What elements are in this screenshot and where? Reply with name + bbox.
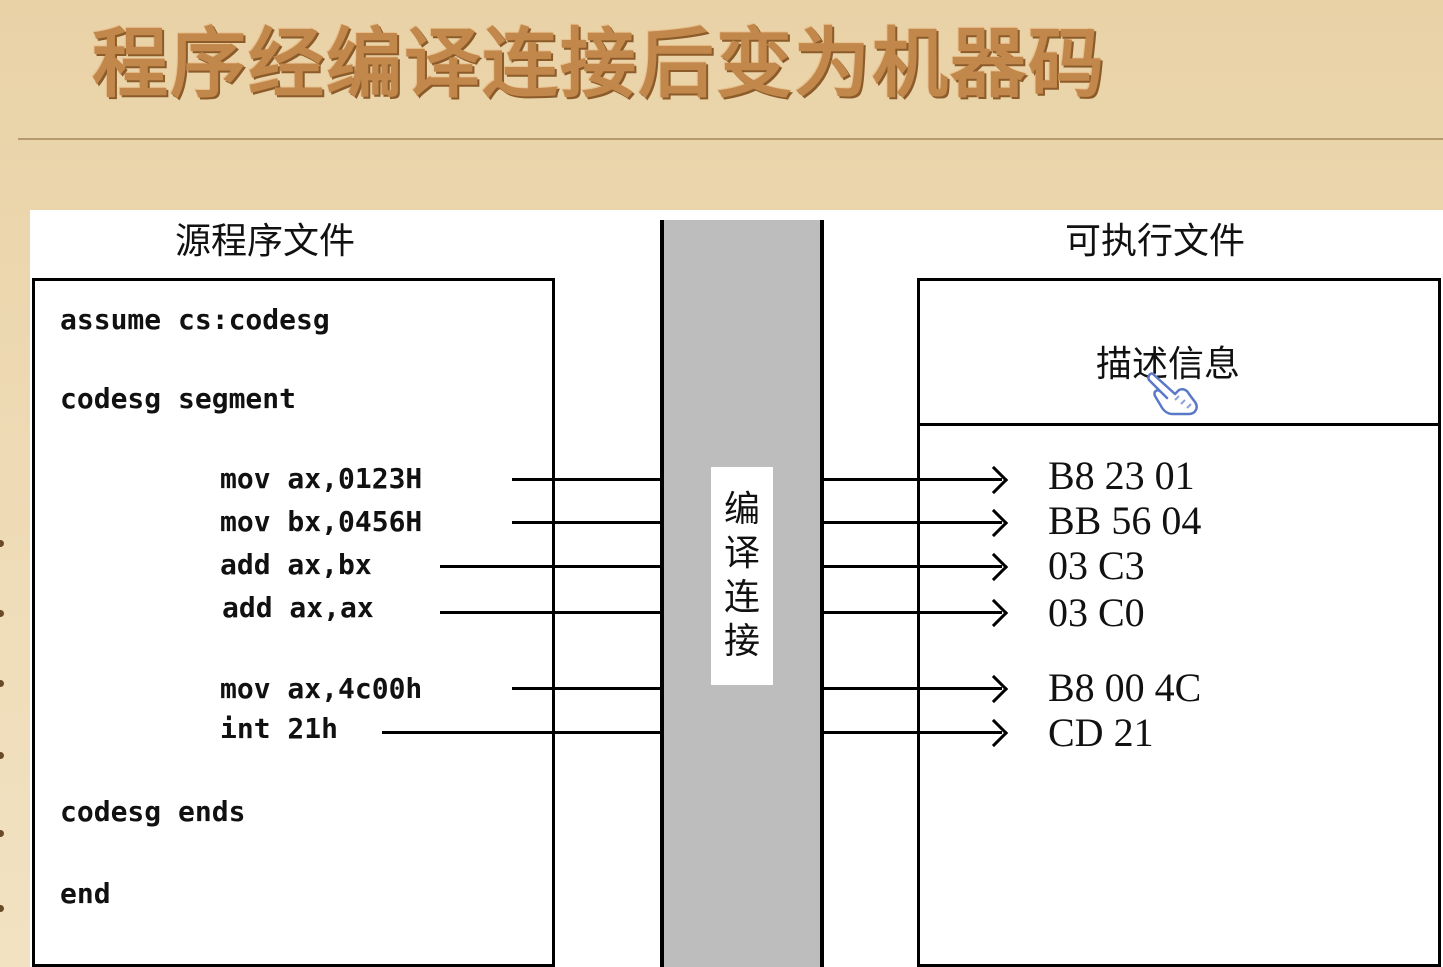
compile-link-char: 译 xyxy=(723,533,760,574)
side-bullet xyxy=(0,830,4,837)
code-line: codesg segment xyxy=(60,382,297,415)
machine-code-line: B8 23 01 xyxy=(1048,453,1195,498)
compile-link-char: 连 xyxy=(723,577,760,618)
connector-line xyxy=(440,565,664,568)
code-line: mov bx,0456H xyxy=(220,505,423,538)
side-bullet xyxy=(0,680,4,687)
slide-title: 程序经编译连接后变为机器码 xyxy=(92,19,1106,108)
machine-code-line: 03 C0 xyxy=(1048,590,1145,635)
compile-link-label: 编 译 连 接 xyxy=(711,467,773,685)
title-divider xyxy=(18,138,1443,140)
side-bullet xyxy=(0,752,4,759)
connector-line xyxy=(512,478,664,481)
machine-code-line: BB 56 04 xyxy=(1048,498,1202,543)
connector-line xyxy=(440,611,664,614)
machine-code-line: CD 21 xyxy=(1048,710,1154,755)
executable-file-heading: 可执行文件 xyxy=(1065,221,1246,262)
source-file-heading: 源程序文件 xyxy=(175,221,356,262)
connector-line xyxy=(512,521,664,524)
compile-link-char: 接 xyxy=(723,621,760,662)
code-line: add ax,ax xyxy=(222,591,374,624)
code-line: int 21h xyxy=(220,712,339,745)
side-bullet xyxy=(0,905,4,912)
code-line: mov ax,0123H xyxy=(220,462,423,495)
side-bullet xyxy=(0,610,4,617)
code-line: end xyxy=(60,877,111,910)
machine-code-line: B8 00 4C xyxy=(1048,665,1202,710)
connector-line xyxy=(382,731,664,734)
machine-code-line: 03 C3 xyxy=(1048,543,1145,588)
code-line: add ax,bx xyxy=(220,548,372,581)
hand-pointer-icon xyxy=(1147,372,1198,416)
code-line: mov ax,4c00h xyxy=(220,672,423,705)
diagram-panel: 源程序文件 assume cs:codesg codesg segment mo… xyxy=(30,210,1443,967)
compile-link-char: 编 xyxy=(723,489,760,530)
code-line: assume cs:codesg xyxy=(60,303,330,336)
code-line: codesg ends xyxy=(60,795,246,828)
side-bullet xyxy=(0,540,4,547)
connector-line xyxy=(512,687,664,690)
